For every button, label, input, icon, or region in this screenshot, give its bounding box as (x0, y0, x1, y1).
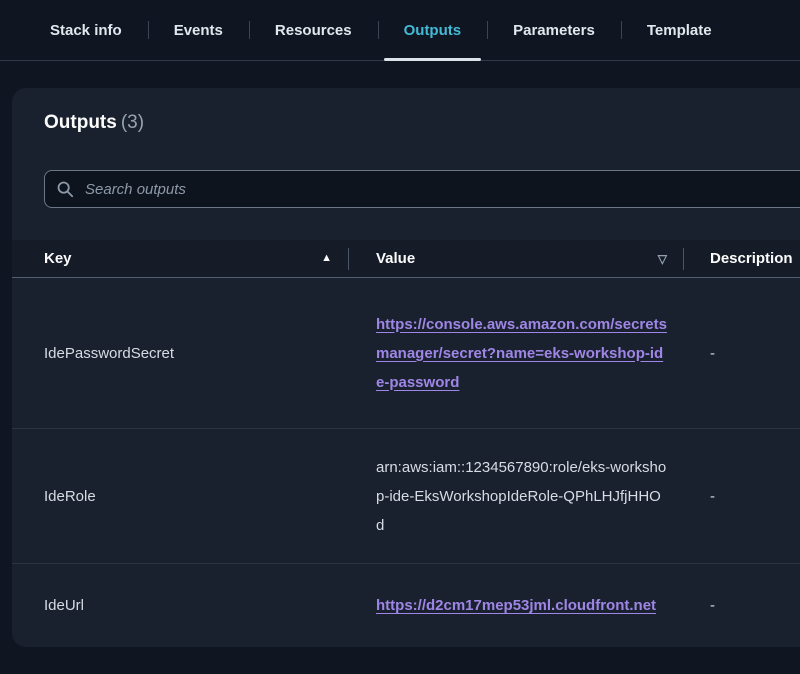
output-key: IdeUrl (12, 597, 348, 614)
output-description: - (683, 345, 800, 362)
tab-outputs-label: Outputs (404, 22, 462, 39)
sort-inactive-icon[interactable]: ▽ (658, 253, 667, 265)
tab-resources[interactable]: Resources (249, 0, 378, 60)
table-row: IdeUrl https://d2cm17mep53jml.cloudfront… (12, 563, 800, 647)
tab-resources-label: Resources (275, 22, 352, 39)
column-header-description-label: Description (710, 250, 793, 267)
output-description: - (683, 597, 800, 614)
output-value-link[interactable]: https://d2cm17mep53jml.cloudfront.net (376, 597, 656, 614)
outputs-count-badge: (3) (121, 112, 144, 133)
column-header-description[interactable]: Description (683, 240, 800, 277)
outputs-panel: Outputs(3) Key ▲ Value ▽ Description Ide… (12, 88, 800, 647)
column-header-key[interactable]: Key ▲ (12, 240, 348, 277)
tab-parameters-label: Parameters (513, 22, 595, 39)
stack-detail-tabs: Stack info Events Resources Outputs Para… (0, 0, 800, 61)
tab-template[interactable]: Template (621, 0, 738, 60)
tab-outputs[interactable]: Outputs (378, 0, 488, 60)
outputs-table-header: Key ▲ Value ▽ Description (12, 240, 800, 278)
table-row: IdePasswordSecret https://console.aws.am… (12, 278, 800, 428)
column-header-value-label: Value (376, 250, 415, 267)
tab-stack-info[interactable]: Stack info (24, 0, 148, 60)
search-input[interactable] (44, 170, 800, 208)
tab-stack-info-label: Stack info (50, 22, 122, 39)
output-value-text: arn:aws:iam::1234567890:role/eks-worksho… (376, 459, 666, 534)
outputs-search (44, 170, 800, 208)
output-key: IdeRole (12, 488, 348, 505)
tab-events[interactable]: Events (148, 0, 249, 60)
output-value-cell: arn:aws:iam::1234567890:role/eks-worksho… (348, 439, 683, 554)
column-header-key-label: Key (44, 250, 72, 267)
sort-ascending-icon[interactable]: ▲ (321, 253, 332, 264)
outputs-title-text: Outputs (44, 112, 117, 133)
tab-parameters[interactable]: Parameters (487, 0, 621, 60)
table-row: IdeRole arn:aws:iam::1234567890:role/eks… (12, 428, 800, 563)
tab-template-label: Template (647, 22, 712, 39)
output-value-link[interactable]: https://console.aws.amazon.com/secretsma… (376, 316, 667, 391)
page-title: Outputs(3) (44, 110, 800, 136)
output-key: IdePasswordSecret (12, 345, 348, 362)
output-description: - (683, 488, 800, 505)
output-value-cell: https://console.aws.amazon.com/secretsma… (348, 296, 683, 411)
tab-events-label: Events (174, 22, 223, 39)
column-header-value[interactable]: Value ▽ (348, 240, 683, 277)
outputs-table: Key ▲ Value ▽ Description IdePasswordSec… (12, 240, 800, 647)
output-value-cell: https://d2cm17mep53jml.cloudfront.net (348, 577, 683, 634)
outputs-panel-header: Outputs(3) (12, 110, 800, 136)
